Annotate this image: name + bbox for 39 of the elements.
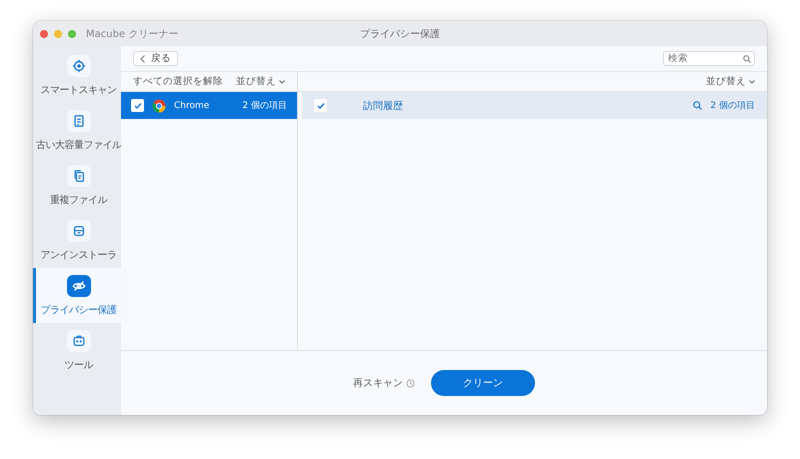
sidebar-icon xyxy=(72,224,86,238)
item-count: 2 個の項目 xyxy=(242,100,287,112)
item-name: 訪問履歴 xyxy=(363,100,404,112)
sidebar-item[interactable]: スマートスキャン xyxy=(33,48,121,103)
chevron-left-icon xyxy=(140,54,145,62)
sidebar-item[interactable]: ツール xyxy=(33,323,121,378)
checkmark-icon xyxy=(316,102,324,110)
item-count: 2 個の項目 xyxy=(710,100,755,112)
clean-button[interactable]: クリーン xyxy=(431,370,535,396)
close-button[interactable] xyxy=(40,30,48,38)
clock-icon xyxy=(406,378,415,388)
sidebar-icon xyxy=(72,114,86,128)
sidebar-item[interactable]: アンインストーラ xyxy=(33,213,121,268)
sidebar-icon xyxy=(72,168,86,182)
sidebar-item[interactable]: 重複ファイル xyxy=(33,158,121,213)
sidebar-icon xyxy=(72,334,86,348)
search-field[interactable]: 検索 xyxy=(663,51,755,66)
sort-dropdown[interactable]: 並び替え xyxy=(236,75,285,88)
item-name: Chrome xyxy=(174,100,210,110)
search-icon[interactable] xyxy=(693,101,702,110)
caret-icon xyxy=(749,80,755,84)
rescan-button[interactable]: 再スキャン xyxy=(353,376,415,390)
sidebar-icon xyxy=(72,278,86,292)
checkbox[interactable] xyxy=(131,99,144,112)
browser-logo-icon xyxy=(152,98,166,112)
zoom-button[interactable] xyxy=(68,30,76,38)
caret-icon xyxy=(279,80,285,84)
sidebar-item[interactable]: プライバシー保護 xyxy=(33,268,121,323)
sidebar-icon xyxy=(72,58,86,72)
checkmark-icon xyxy=(134,102,142,110)
search-icon xyxy=(743,55,751,63)
sort-dropdown[interactable]: 並び替え xyxy=(706,75,755,88)
window-title: Macube クリーナー xyxy=(86,28,178,40)
list-row[interactable]: 訪問履歴 2 個の項目 xyxy=(302,92,767,119)
back-button[interactable]: 戻る xyxy=(133,51,178,66)
deselect-all-link[interactable]: すべての選択を解除 xyxy=(133,75,223,88)
checkbox[interactable] xyxy=(314,99,327,112)
section-title: プライバシー保護 xyxy=(360,28,440,40)
list-row[interactable]: Chrome 2 個の項目 xyxy=(121,92,297,119)
